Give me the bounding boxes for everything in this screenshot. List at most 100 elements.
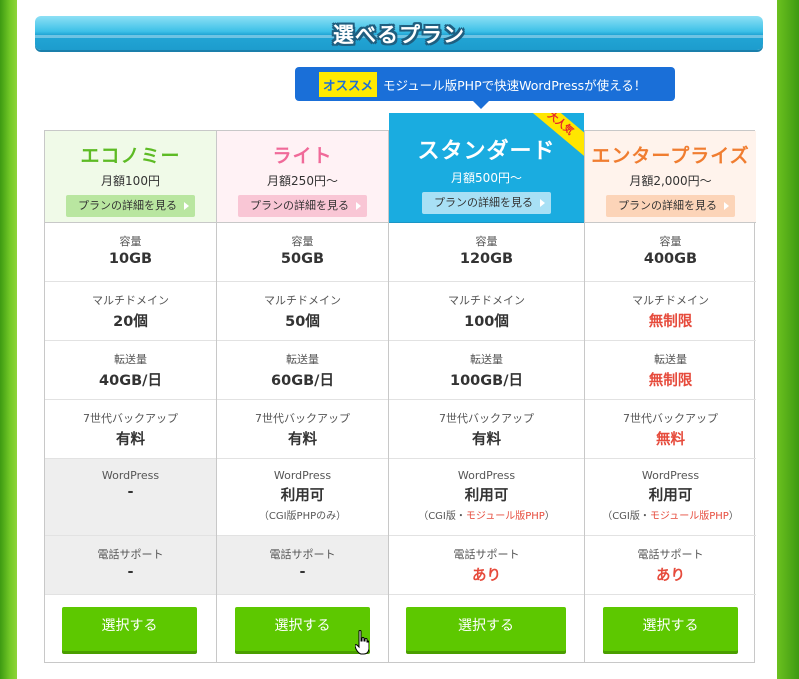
wordpress-label: WordPress xyxy=(641,469,700,482)
capacity-value: 400GB xyxy=(643,251,698,267)
left-green-border xyxy=(0,0,17,679)
phone-value: あり xyxy=(472,568,501,584)
phone-label: 電話サポート xyxy=(453,548,520,561)
plan-name: ライト xyxy=(272,145,333,167)
wordpress-cell: WordPress 利用可 （CGI版・モジュール版PHP） xyxy=(585,459,756,536)
detail-label: プランの詳細を見る xyxy=(618,199,717,212)
right-green-border xyxy=(777,0,799,679)
capacity-label: 容量 xyxy=(119,235,142,248)
capacity-cell: 容量 120GB xyxy=(389,223,584,282)
recommend-banner: オススメ モジュール版PHPで快速WordPressが使える！ xyxy=(295,67,675,109)
backup-cell: 7世代バックアップ 有料 xyxy=(389,400,584,459)
note-part: （CGI版・ xyxy=(602,511,650,522)
plan-column-lite: ライト 月額250円～ プランの詳細を見る 容量 50GB マルチドメイン 50… xyxy=(216,131,388,662)
phone-value: - xyxy=(127,564,134,580)
plan-price: 月額2,000円～ xyxy=(629,174,712,188)
plan-detail-button[interactable]: プランの詳細を見る xyxy=(422,192,551,214)
phone-cell: 電話サポート - xyxy=(217,536,388,595)
transfer-value: 100GB/日 xyxy=(449,373,524,389)
triangle-right-icon xyxy=(540,199,545,207)
recommend-tag: オススメ xyxy=(319,71,378,97)
triangle-right-icon xyxy=(356,202,361,210)
plan-name: エコノミー xyxy=(80,145,181,167)
multi-domain-label: マルチドメイン xyxy=(632,294,709,307)
transfer-cell: 転送量 40GB/日 xyxy=(45,341,216,400)
phone-label: 電話サポート xyxy=(637,548,704,561)
plan-detail-button[interactable]: プランの詳細を見る xyxy=(66,195,195,217)
capacity-value: 50GB xyxy=(280,251,325,267)
plan-name: エンタープライズ xyxy=(591,145,750,167)
plan-header: 大人気 スタンダード 月額500円～ プランの詳細を見る xyxy=(389,113,584,223)
plan-detail-button[interactable]: プランの詳細を見る xyxy=(238,195,367,217)
capacity-cell: 容量 400GB xyxy=(585,223,756,282)
capacity-label: 容量 xyxy=(291,235,314,248)
multi-domain-value: 50個 xyxy=(285,314,320,330)
note-part: ） xyxy=(728,511,739,522)
backup-value: 有料 xyxy=(472,432,501,448)
backup-label: 7世代バックアップ xyxy=(83,412,178,425)
phone-value: - xyxy=(299,564,306,580)
wordpress-label: WordPress xyxy=(273,469,332,482)
wordpress-cell: WordPress 利用可 （CGI版・モジュール版PHP） xyxy=(389,459,584,536)
capacity-value: 10GB xyxy=(108,251,153,267)
plan-column-economy: エコノミー 月額100円 プランの詳細を見る 容量 10GB マルチドメイン 2… xyxy=(45,131,216,662)
select-button-lite[interactable]: 選択する xyxy=(235,607,370,651)
select-button-standard[interactable]: 選択する xyxy=(406,607,566,651)
note-part: ） xyxy=(544,511,555,522)
transfer-label: 転送量 xyxy=(470,353,503,366)
wordpress-cell: WordPress 利用可 （CGI版PHPのみ） xyxy=(217,459,388,536)
note-part: （CGI版・ xyxy=(418,511,466,522)
backup-cell: 7世代バックアップ 有料 xyxy=(45,400,216,459)
hand-pointer-icon xyxy=(355,630,369,655)
multi-domain-value: 100個 xyxy=(464,314,509,330)
backup-label: 7世代バックアップ xyxy=(439,412,534,425)
phone-cell: 電話サポート あり xyxy=(389,536,584,595)
transfer-cell: 転送量 60GB/日 xyxy=(217,341,388,400)
transfer-label: 転送量 xyxy=(114,353,147,366)
multi-domain-cell: マルチドメイン 50個 xyxy=(217,282,388,341)
backup-cell: 7世代バックアップ 有料 xyxy=(217,400,388,459)
plan-price: 月額100円 xyxy=(101,174,160,188)
backup-value: 有料 xyxy=(288,432,317,448)
capacity-cell: 容量 50GB xyxy=(217,223,388,282)
recommend-text: モジュール版PHPで快速WordPressが使える！ xyxy=(383,77,647,93)
wordpress-note: （CGI版PHPのみ） xyxy=(258,511,347,522)
transfer-label: 転送量 xyxy=(286,353,319,366)
plan-header: エコノミー 月額100円 プランの詳細を見る xyxy=(45,131,216,223)
plan-column-standard: 大人気 スタンダード 月額500円～ プランの詳細を見る 容量 120GB マル… xyxy=(388,113,584,662)
phone-value: あり xyxy=(656,568,685,584)
wordpress-value: 利用可 xyxy=(648,488,693,504)
multi-domain-cell: マルチドメイン 無制限 xyxy=(585,282,756,341)
transfer-cell: 転送量 100GB/日 xyxy=(389,341,584,400)
popular-ribbon-clip: 大人気 xyxy=(524,113,584,173)
backup-value: 無料 xyxy=(656,432,685,448)
capacity-value: 120GB xyxy=(459,251,514,267)
select-button-enterprise[interactable]: 選択する xyxy=(603,607,738,651)
detail-label: プランの詳細を見る xyxy=(250,199,349,212)
wordpress-label: WordPress xyxy=(101,469,160,482)
note-module-php: モジュール版PHP xyxy=(649,511,729,522)
backup-label: 7世代バックアップ xyxy=(623,412,718,425)
transfer-label: 転送量 xyxy=(654,353,687,366)
transfer-value: 40GB/日 xyxy=(99,373,162,389)
plan-panel: 選べるプラン オススメ モジュール版PHPで快速WordPressが使える！ エ… xyxy=(17,0,777,679)
multi-domain-cell: マルチドメイン 20個 xyxy=(45,282,216,341)
multi-domain-value: 20個 xyxy=(113,314,148,330)
popular-ribbon: 大人気 xyxy=(524,113,584,157)
select-button-economy[interactable]: 選択する xyxy=(62,607,197,651)
transfer-cell: 転送量 無制限 xyxy=(585,341,756,400)
capacity-cell: 容量 10GB xyxy=(45,223,216,282)
note-module-php: モジュール版PHP xyxy=(465,511,545,522)
wordpress-value: - xyxy=(127,484,134,500)
section-title-bar: 選べるプラン xyxy=(35,16,763,50)
multi-domain-label: マルチドメイン xyxy=(264,294,341,307)
multi-domain-label: マルチドメイン xyxy=(92,294,169,307)
wordpress-note: （CGI版・モジュール版PHP） xyxy=(389,507,584,522)
multi-domain-cell: マルチドメイン 100個 xyxy=(389,282,584,341)
wordpress-note: （CGI版・モジュール版PHP） xyxy=(585,507,756,522)
phone-label: 電話サポート xyxy=(269,548,336,561)
plan-detail-button[interactable]: プランの詳細を見る xyxy=(606,195,735,217)
transfer-value: 60GB/日 xyxy=(271,373,334,389)
plan-price: 月額250円～ xyxy=(267,174,338,188)
wordpress-cell: WordPress - xyxy=(45,459,216,536)
